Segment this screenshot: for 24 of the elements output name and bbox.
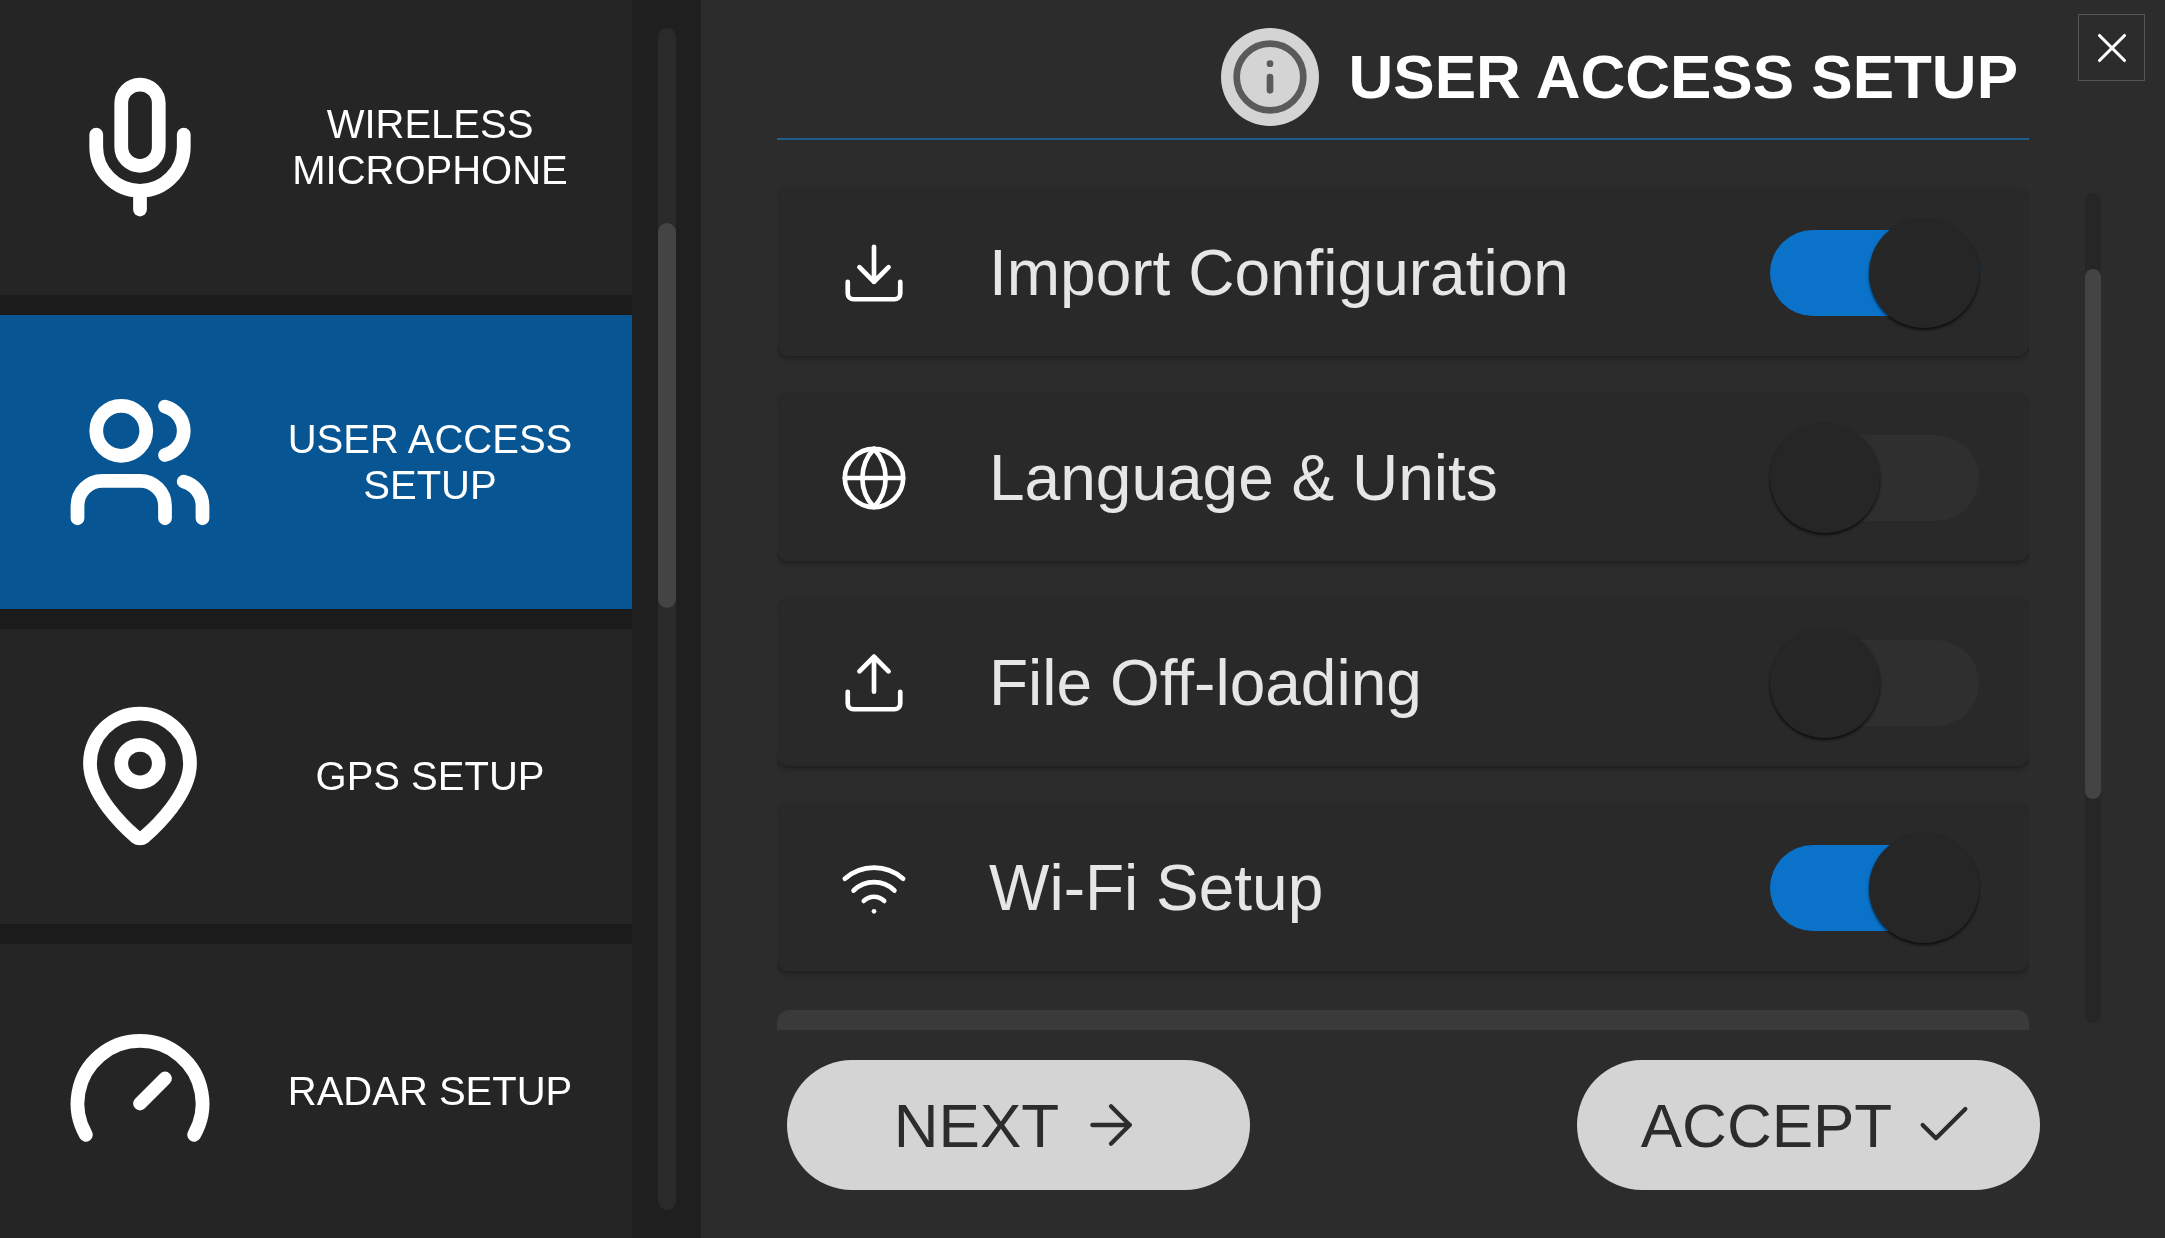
- scrollbar-track[interactable]: [2085, 193, 2101, 1023]
- toggle-switch[interactable]: [1770, 215, 1979, 331]
- sidebar-label: USER ACCESS SETUP: [286, 415, 574, 508]
- scrollbar-thumb[interactable]: [657, 223, 676, 608]
- setting-label: Import Configuration: [989, 236, 1570, 311]
- toggle-switch[interactable]: [1770, 625, 1979, 741]
- scrollbar-thumb[interactable]: [2085, 269, 2101, 799]
- next-button[interactable]: NEXT: [787, 1060, 1250, 1190]
- sidebar-item[interactable]: GPS SETUP: [0, 629, 632, 924]
- toggle-switch[interactable]: [1770, 420, 1979, 536]
- sidebar-label: GPS SETUP: [314, 753, 546, 800]
- sidebar-label: RADAR SETUP: [286, 1067, 574, 1114]
- sidebar-item[interactable]: WIRELESS MICROPHONE: [0, 0, 632, 295]
- setting-label: File Off-loading: [989, 646, 1423, 721]
- setting-label: Wi-Fi Setup: [989, 851, 1325, 926]
- sidebar-label: WIRELESS MICROPHONE: [291, 101, 569, 194]
- toggle-switch[interactable]: [1770, 830, 1979, 946]
- accept-button[interactable]: ACCEPT: [1577, 1060, 2040, 1190]
- sidebar-item[interactable]: USER ACCESS SETUP: [0, 314, 632, 609]
- scrollbar-track[interactable]: [657, 28, 676, 1210]
- close-button[interactable]: [2078, 14, 2145, 81]
- sidebar-item[interactable]: RADAR SETUP: [0, 943, 632, 1238]
- panel-title: USER ACCESS SETUP: [1348, 41, 2018, 113]
- setting-label: Language & Units: [989, 441, 1499, 516]
